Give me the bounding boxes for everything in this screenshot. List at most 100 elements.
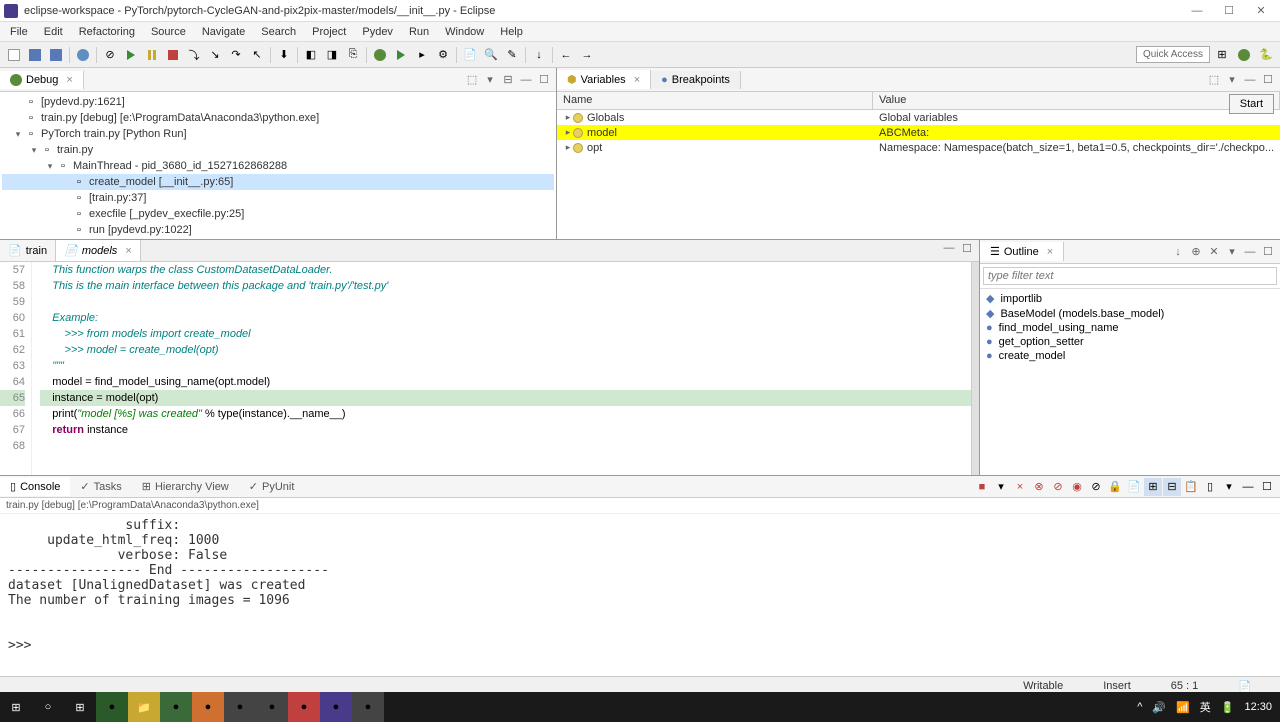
- console-output[interactable]: suffix: update_html_freq: 1000 verbose: …: [0, 514, 1280, 676]
- menu-search[interactable]: Search: [253, 24, 304, 40]
- console-tb-2[interactable]: ▾: [992, 478, 1010, 496]
- taskbar-app-7[interactable]: ●: [288, 692, 320, 722]
- external-tools-dropdown[interactable]: ⚙: [433, 45, 453, 65]
- debug-toolbar-btn-3[interactable]: ⊟: [500, 72, 516, 88]
- variable-row[interactable]: ▸optNamespace: Namespace(batch_size=1, b…: [557, 140, 1280, 155]
- debug-tree-item[interactable]: ▾▫MainThread - pid_3680_id_1527162868288: [2, 158, 554, 174]
- vars-header-value[interactable]: Value: [873, 92, 1280, 109]
- new-button[interactable]: [4, 45, 24, 65]
- debug-tree-item[interactable]: ▫run [pydevd.py:1022]: [2, 222, 554, 238]
- variables-body[interactable]: ▸GlobalsGlobal variables▸modelABCMeta: ▸…: [557, 110, 1280, 239]
- outline-tb-2[interactable]: ⊕: [1188, 244, 1204, 260]
- maximize-panel-icon[interactable]: ☐: [1260, 72, 1276, 88]
- console-tb-8[interactable]: 🔒: [1106, 478, 1124, 496]
- step-return-button[interactable]: ↖: [247, 45, 267, 65]
- tasks-tab[interactable]: ✓ Tasks: [70, 477, 131, 496]
- tool-btn-b[interactable]: ◨: [322, 45, 342, 65]
- step-over-button[interactable]: ↷: [226, 45, 246, 65]
- save-all-button[interactable]: [46, 45, 66, 65]
- taskbar-app-8[interactable]: ●: [320, 692, 352, 722]
- taskbar-app-4[interactable]: ●: [192, 692, 224, 722]
- cortana-icon[interactable]: ○: [32, 692, 64, 722]
- hierarchy-tab[interactable]: ⊞ Hierarchy View: [132, 477, 239, 496]
- debug-tree-item[interactable]: ▫main [pydevd.py:1615]: [2, 238, 554, 239]
- maximize-panel-icon[interactable]: ☐: [536, 72, 552, 88]
- outline-filter-input[interactable]: [983, 267, 1277, 285]
- console-tb-12[interactable]: 📋: [1182, 478, 1200, 496]
- variables-tab[interactable]: ⬢ Variables ×: [557, 70, 651, 89]
- debug-tree-item[interactable]: ▫create_model [__init__.py:65]: [2, 174, 554, 190]
- pyunit-tab[interactable]: ✓ PyUnit: [239, 477, 305, 496]
- debug-tree[interactable]: ▫ [pydevd.py:1621]▫train.py [debug] [e:\…: [0, 92, 556, 239]
- close-icon[interactable]: ×: [66, 74, 72, 86]
- console-tb-10[interactable]: ⊞: [1144, 478, 1162, 496]
- save-button[interactable]: [25, 45, 45, 65]
- outline-list[interactable]: ◆importlib◆BaseModel (models.base_model)…: [980, 289, 1280, 475]
- start-button[interactable]: Start: [1229, 94, 1274, 114]
- tray-network-icon[interactable]: 📶: [1176, 701, 1190, 714]
- skip-breakpoints-button[interactable]: ⊘: [100, 45, 120, 65]
- menu-file[interactable]: File: [2, 24, 36, 40]
- debug-tab[interactable]: Debug ×: [0, 71, 84, 89]
- console-tab[interactable]: ▯ Console: [0, 477, 70, 496]
- variable-row[interactable]: ▸GlobalsGlobal variables: [557, 110, 1280, 125]
- editor-scrollbar[interactable]: [971, 262, 979, 475]
- line-gutter[interactable]: 575859606162636465666768: [0, 262, 32, 475]
- debug-tree-item[interactable]: ▫train.py [debug] [e:\ProgramData\Anacon…: [2, 110, 554, 126]
- resume-button[interactable]: [121, 45, 141, 65]
- minimize-button[interactable]: —: [1182, 2, 1212, 20]
- disconnect-button[interactable]: ⤵: [184, 45, 204, 65]
- console-tb-clear[interactable]: ⊘: [1087, 478, 1105, 496]
- debug-tree-item[interactable]: ▫execfile [_pydev_execfile.py:25]: [2, 206, 554, 222]
- start-menu-button[interactable]: ⊞: [0, 692, 32, 722]
- taskbar-app-2[interactable]: 📁: [128, 692, 160, 722]
- taskbar-app-9[interactable]: ●: [352, 692, 384, 722]
- tool-btn-g[interactable]: ↓: [529, 45, 549, 65]
- outline-tb-3[interactable]: ✕: [1206, 244, 1222, 260]
- debug-tree-item[interactable]: ▫ [pydevd.py:1621]: [2, 94, 554, 110]
- console-tb-11[interactable]: ⊟: [1163, 478, 1181, 496]
- menu-source[interactable]: Source: [143, 24, 194, 40]
- editor-tab-train[interactable]: 📄 train: [0, 240, 56, 261]
- maximize-panel-icon[interactable]: ☐: [1258, 478, 1276, 496]
- tray-battery-icon[interactable]: 🔋: [1221, 701, 1235, 714]
- minimize-editor-icon[interactable]: —: [941, 240, 957, 256]
- tray-icon-1[interactable]: ^: [1137, 701, 1142, 713]
- run-dropdown[interactable]: [391, 45, 411, 65]
- quick-access-input[interactable]: Quick Access: [1136, 46, 1210, 63]
- tray-time[interactable]: 12:30: [1244, 701, 1272, 713]
- menu-run[interactable]: Run: [401, 24, 437, 40]
- close-button[interactable]: ✕: [1246, 2, 1276, 20]
- taskbar-app-6[interactable]: ●: [256, 692, 288, 722]
- menu-window[interactable]: Window: [437, 24, 492, 40]
- debug-tree-item[interactable]: ▾▫PyTorch train.py [Python Run]: [2, 126, 554, 142]
- debug-perspective-icon[interactable]: [1234, 45, 1254, 65]
- console-tb-5[interactable]: ⊘: [1049, 478, 1067, 496]
- outline-item[interactable]: ●find_model_using_name: [982, 321, 1278, 335]
- maximize-button[interactable]: ☐: [1214, 2, 1244, 20]
- outline-tab[interactable]: ☰ Outline ×: [980, 242, 1064, 261]
- menu-pydev[interactable]: Pydev: [354, 24, 401, 40]
- tray-ime-icon[interactable]: 英: [1200, 699, 1211, 715]
- nav-forward-button[interactable]: →: [577, 45, 597, 65]
- tool-btn-e[interactable]: 🔍: [481, 45, 501, 65]
- console-tb-9[interactable]: 📄: [1125, 478, 1143, 496]
- debug-tree-item[interactable]: ▫ [train.py:37]: [2, 190, 554, 206]
- minimize-panel-icon[interactable]: —: [518, 72, 534, 88]
- vars-toolbar-btn-1[interactable]: ⬚: [1206, 72, 1222, 88]
- code-area[interactable]: This function warps the class CustomData…: [32, 262, 971, 475]
- console-tb-13[interactable]: ▯: [1201, 478, 1219, 496]
- debug-tree-item[interactable]: ▾▫train.py: [2, 142, 554, 158]
- outline-item[interactable]: ◆BaseModel (models.base_model): [982, 306, 1278, 321]
- menu-refactoring[interactable]: Refactoring: [71, 24, 143, 40]
- menu-edit[interactable]: Edit: [36, 24, 71, 40]
- pydev-perspective-icon[interactable]: 🐍: [1256, 45, 1276, 65]
- tool-btn-a[interactable]: ◧: [301, 45, 321, 65]
- coverage-dropdown[interactable]: ▸: [412, 45, 432, 65]
- outline-item[interactable]: ●create_model: [982, 349, 1278, 363]
- close-icon[interactable]: ×: [1047, 246, 1053, 258]
- console-tb-remove[interactable]: ×: [1011, 478, 1029, 496]
- console-tb-6[interactable]: ◉: [1068, 478, 1086, 496]
- close-icon[interactable]: ×: [634, 74, 640, 86]
- debug-toolbar-btn-1[interactable]: ⬚: [464, 72, 480, 88]
